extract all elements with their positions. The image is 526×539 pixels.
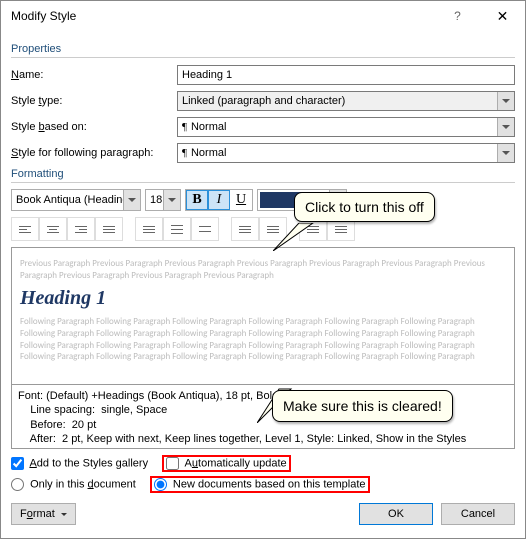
chevron-down-icon[interactable] [497,92,514,110]
preview-after: Following Paragraph Following Paragraph … [20,316,506,363]
format-button[interactable]: Format [11,503,76,525]
style-description: Font: (Default) +Headings (Book Antiqua)… [11,385,515,449]
space-before-inc-button[interactable] [231,217,259,241]
spacing-15-button[interactable] [163,217,191,241]
preview-pane: Previous Paragraph Previous Paragraph Pr… [11,247,515,385]
callout-autoupdate: Make sure this is cleared! [272,390,453,422]
preview-sample: Heading 1 [20,287,506,310]
chevron-down-icon[interactable] [123,190,140,210]
italic-button[interactable]: I [208,190,230,210]
preview-before: Previous Paragraph Previous Paragraph Pr… [20,258,506,281]
formatting-section-label: Formatting [11,168,515,183]
help-button[interactable]: ? [435,1,480,31]
name-input[interactable] [177,65,515,85]
name-label: Name: [11,69,177,81]
based-on-label: Style based on: [11,121,177,133]
auto-update-checkbox[interactable]: Automatically update [162,455,291,472]
chevron-down-icon[interactable] [163,190,180,210]
bold-button[interactable]: B [186,190,208,210]
align-justify-button[interactable] [95,217,123,241]
based-on-select[interactable]: ¶Normal [177,117,515,137]
font-size-select[interactable]: 18 [145,189,181,211]
add-to-gallery-checkbox[interactable]: Add to the Styles gallery [11,457,148,470]
following-select[interactable]: ¶Normal [177,143,515,163]
align-left-button[interactable] [11,217,39,241]
callout-italic: Click to turn this off [294,192,435,222]
properties-section-label: Properties [11,43,515,58]
new-docs-radio[interactable]: New documents based on this template [150,476,370,493]
underline-button[interactable]: U [230,190,252,210]
style-type-select[interactable]: Linked (paragraph and character) [177,91,515,111]
cancel-button[interactable]: Cancel [441,503,515,525]
ok-button[interactable]: OK [359,503,433,525]
only-this-doc-radio[interactable]: Only in this document [11,478,136,491]
spacing-1-button[interactable] [135,217,163,241]
align-center-button[interactable] [39,217,67,241]
spacing-2-button[interactable] [191,217,219,241]
align-right-button[interactable] [67,217,95,241]
chevron-down-icon[interactable] [497,118,514,136]
chevron-down-icon[interactable] [497,144,514,162]
titlebar: Modify Style ? ✕ [1,1,525,31]
close-button[interactable]: ✕ [480,1,525,31]
following-label: Style for following paragraph: [11,147,177,159]
font-family-select[interactable]: Book Antiqua (Headings) [11,189,141,211]
window-title: Modify Style [11,9,76,23]
style-type-label: Style type: [11,95,177,107]
